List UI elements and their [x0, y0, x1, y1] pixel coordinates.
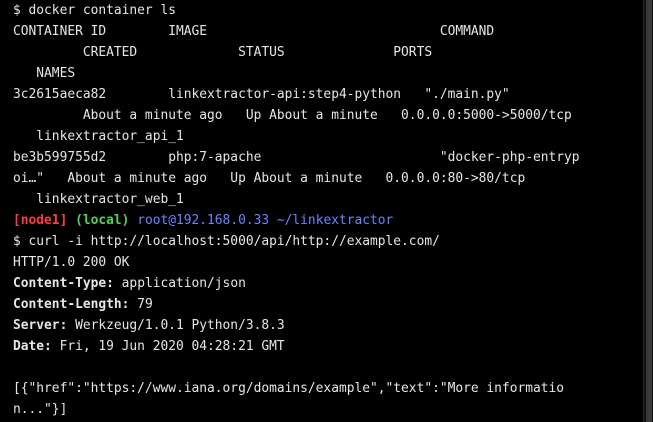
container-row-web-line-2: oi…" About a minute ago Up About a minut…	[13, 171, 526, 186]
prompt-path: ~/linkextractor	[269, 213, 394, 228]
vertical-scrollbar[interactable]	[643, 0, 653, 422]
http-header-content-length: Content-Length: 79	[13, 294, 643, 315]
header-value: application/json	[113, 276, 246, 291]
header-key: Content-Length:	[13, 297, 130, 312]
container-row-api-line-2: About a minute ago Up About a minute 0.0…	[13, 108, 572, 123]
command-line-docker-ls: $ docker container ls	[13, 3, 176, 18]
table-header-line-2: CREATED STATUS PORTS	[13, 45, 433, 60]
container-row-api-line-1: 3c2615aeca82 linkextractor-api:step4-pyt…	[13, 87, 510, 102]
header-key: Content-Type:	[13, 276, 114, 291]
header-value: 79	[129, 297, 153, 312]
json-body-line-1: [{"href":"https://www.iana.org/domains/e…	[13, 381, 565, 396]
prompt-node: [node1]	[13, 213, 68, 228]
container-row-web-line-1: be3b599755d2 php:7-apache "docker-php-en…	[13, 150, 580, 165]
scrollbar-thumb[interactable]	[646, 0, 652, 422]
shell-prompt: [node1] (local) root@192.168.0.33 ~/link…	[13, 210, 643, 231]
header-key: Date:	[13, 339, 52, 354]
container-row-web-line-3: linkextractor_web_1	[13, 192, 184, 207]
http-status-line: HTTP/1.0 200 OK	[13, 255, 130, 270]
command-line-curl: $ curl -i http://localhost:5000/api/http…	[13, 234, 440, 249]
prompt-host: root@192.168.0.33	[137, 213, 270, 228]
http-header-date: Date: Fri, 19 Jun 2020 04:28:21 GMT	[13, 336, 643, 357]
container-row-api-line-3: linkextractor_api_1	[13, 129, 184, 144]
prompt-local: (local)	[75, 213, 130, 228]
header-value: Fri, 19 Jun 2020 04:28:21 GMT	[51, 339, 285, 354]
http-header-server: Server: Werkzeug/1.0.1 Python/3.8.3	[13, 315, 643, 336]
terminal-output: $ docker container ls CONTAINER ID IMAGE…	[13, 0, 643, 420]
table-header-line-1: CONTAINER ID IMAGE COMMAND	[13, 24, 495, 39]
json-body-line-2: n..."}]	[13, 402, 68, 417]
table-header-line-3: NAMES	[13, 66, 76, 81]
http-header-content-type: Content-Type: application/json	[13, 273, 643, 294]
terminal-window[interactable]: $ docker container ls CONTAINER ID IMAGE…	[0, 0, 653, 422]
header-value: Werkzeug/1.0.1 Python/3.8.3	[67, 318, 285, 333]
header-key: Server:	[13, 318, 68, 333]
